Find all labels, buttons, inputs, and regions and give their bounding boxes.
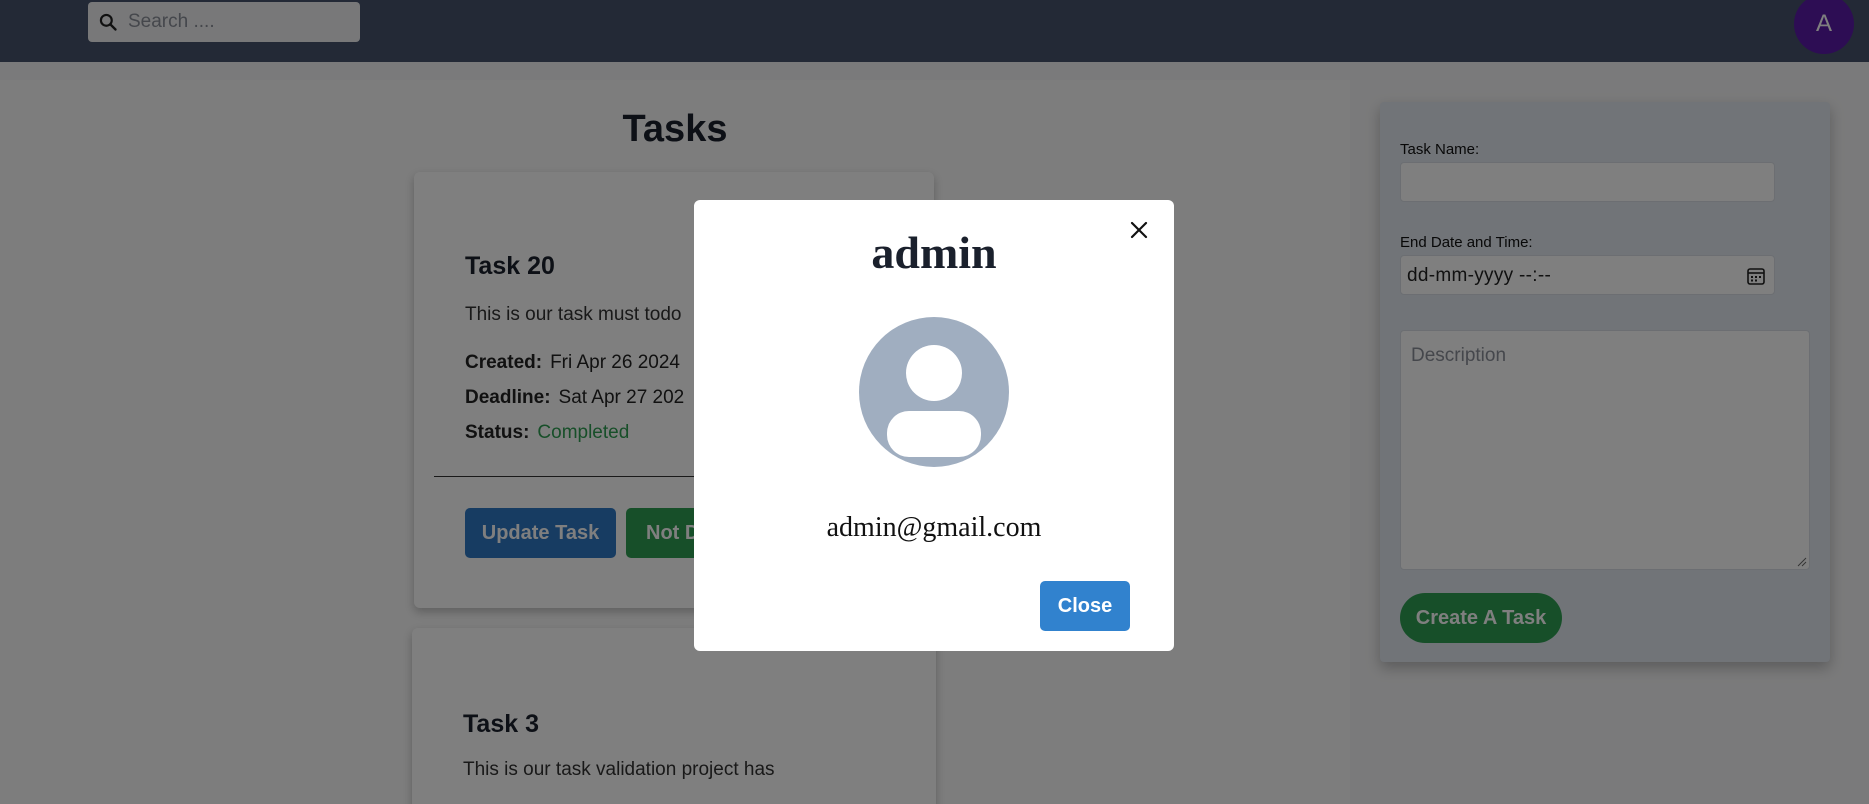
modal-title: admin bbox=[871, 227, 997, 278]
close-button[interactable]: Close bbox=[1040, 581, 1130, 631]
profile-avatar bbox=[859, 317, 1009, 467]
profile-modal: admin admin@gmail.com Close bbox=[694, 200, 1174, 651]
user-placeholder-icon bbox=[887, 345, 981, 457]
close-icon[interactable] bbox=[1126, 217, 1152, 243]
profile-email: admin@gmail.com bbox=[826, 512, 1042, 543]
